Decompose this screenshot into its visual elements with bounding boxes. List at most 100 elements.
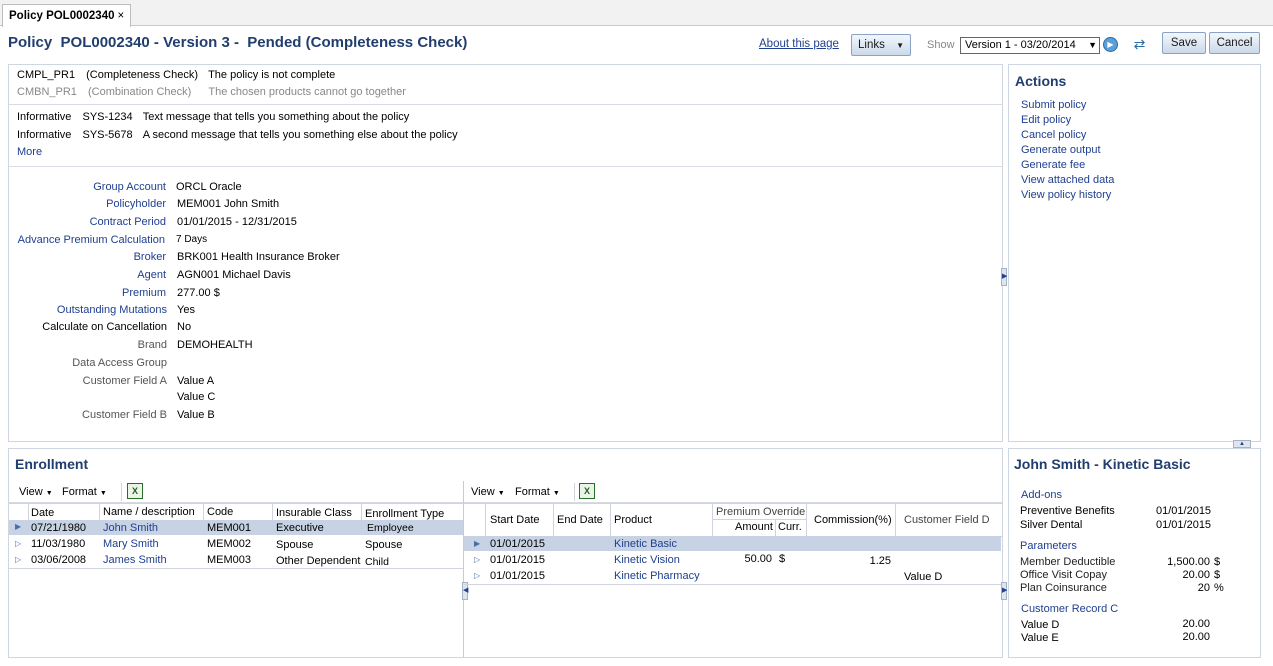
compare-versions-icon[interactable]: ⇄ — [1131, 36, 1148, 53]
outstanding-mutations-label[interactable]: Outstanding Mutations — [57, 304, 167, 316]
format-menu[interactable]: Format ▼ — [515, 486, 560, 498]
divider — [9, 104, 1002, 105]
product-link[interactable]: Kinetic Pharmacy — [614, 570, 700, 582]
contract-period-label[interactable]: Contract Period — [90, 216, 166, 228]
action-view-policy-history[interactable]: View policy history — [1021, 189, 1111, 201]
col-enrollment-type[interactable]: Enrollment Type — [365, 508, 444, 520]
col-date[interactable]: Date — [31, 507, 54, 519]
col-product[interactable]: Product — [614, 514, 652, 526]
contract-period-value: 01/01/2015 - 12/31/2015 — [177, 216, 297, 228]
save-button[interactable]: Save — [1162, 32, 1206, 54]
panel-divider — [463, 481, 464, 657]
grid-line — [713, 519, 806, 520]
col-end-date[interactable]: End Date — [557, 514, 603, 526]
grid-line — [203, 504, 204, 520]
grid-line — [895, 504, 896, 536]
toolbar-divider — [121, 483, 122, 501]
premium-label[interactable]: Premium — [122, 287, 166, 299]
message-text: Text message that tells you something ab… — [142, 111, 410, 123]
col-code[interactable]: Code — [207, 506, 233, 518]
links-button[interactable]: Links ▼ — [851, 34, 911, 56]
policyholder-label[interactable]: Policyholder — [106, 198, 166, 210]
grid-line — [361, 504, 362, 520]
version-select[interactable]: Version 1 - 03/20/2014 ▼ — [960, 37, 1100, 54]
action-cancel-policy[interactable]: Cancel policy — [1021, 129, 1086, 141]
expand-row-icon[interactable]: ▶ — [15, 522, 21, 531]
export-excel-icon[interactable]: X — [127, 483, 143, 499]
collapse-side-icon[interactable]: ▶ — [1001, 268, 1007, 286]
action-view-attached-data[interactable]: View attached data — [1021, 174, 1114, 186]
close-icon[interactable]: × — [117, 10, 124, 22]
agent-label[interactable]: Agent — [137, 269, 166, 281]
advance-premium-label[interactable]: Advance Premium Calculation — [18, 234, 165, 246]
outstanding-mutations-value: Yes — [177, 304, 195, 316]
view-menu[interactable]: View ▼ — [19, 486, 53, 498]
addon-name: Silver Dental — [1020, 519, 1083, 531]
chevron-down-icon: ▼ — [497, 490, 505, 497]
table-cell: 01/01/2015 — [490, 554, 546, 566]
action-submit-policy[interactable]: Submit policy — [1021, 99, 1086, 111]
action-generate-fee[interactable]: Generate fee — [1021, 159, 1085, 171]
expand-row-icon[interactable]: ▷ — [474, 571, 480, 580]
tab-policy[interactable]: Policy POL0002340 × — [2, 4, 132, 27]
group-account-label[interactable]: Group Account — [93, 181, 166, 193]
view-label: View — [19, 486, 43, 498]
addon-name: Preventive Benefits — [1020, 505, 1115, 517]
detail-title: John Smith - Kinetic Basic — [1014, 456, 1191, 472]
export-excel-icon[interactable]: X — [579, 483, 595, 499]
member-link[interactable]: James Smith — [103, 554, 167, 566]
grid-line — [9, 503, 463, 504]
record-value: 20.00 — [1182, 631, 1210, 643]
message-text: The policy is not complete — [208, 69, 336, 81]
page-title: Policy POL0002340 - Version 3 - Pended (… — [8, 34, 468, 51]
message-row: CMBN_PR1 (Combination Check) The chosen … — [17, 86, 406, 98]
col-curr[interactable]: Curr. — [778, 521, 802, 533]
info-message-row: Informative SYS-1234 Text message that t… — [17, 111, 409, 123]
parameters-link[interactable]: Parameters — [1020, 540, 1077, 552]
member-link[interactable]: Mary Smith — [103, 538, 159, 550]
param-value: 20 — [1197, 582, 1210, 594]
go-icon[interactable]: ▶ — [1103, 37, 1118, 52]
param-value: 20.00 — [1182, 569, 1210, 581]
member-link[interactable]: John Smith — [103, 522, 158, 534]
collapse-up-icon[interactable]: ▲ — [1233, 440, 1251, 448]
action-generate-output[interactable]: Generate output — [1021, 144, 1101, 156]
message-level: Informative — [17, 129, 72, 141]
col-insurable-class[interactable]: Insurable Class — [276, 507, 352, 519]
table-cell: Employee — [367, 522, 414, 534]
customer-field-a-label: Customer Field A — [82, 375, 167, 387]
product-link[interactable]: Kinetic Basic — [614, 538, 677, 550]
broker-label[interactable]: Broker — [134, 251, 166, 263]
param-value: 1,500.00 — [1167, 556, 1210, 568]
col-customer-field-d[interactable]: Customer Field D — [904, 514, 990, 526]
about-this-page-link[interactable]: About this page — [759, 38, 839, 50]
col-commission[interactable]: Commission(%) — [814, 514, 892, 526]
message-text: The chosen products cannot go together — [208, 86, 406, 98]
record-name: Value D — [1021, 619, 1060, 631]
table-cell: Executive — [276, 522, 324, 534]
more-link[interactable]: More — [17, 146, 42, 158]
message-code: SYS-5678 — [82, 129, 133, 141]
brand-label: Brand — [137, 339, 167, 351]
product-link[interactable]: Kinetic Vision — [614, 554, 680, 566]
action-edit-policy[interactable]: Edit policy — [1021, 114, 1071, 126]
view-menu[interactable]: View ▼ — [471, 486, 505, 498]
customer-field-b-label: Customer Field B — [82, 409, 167, 421]
expand-row-icon[interactable]: ▷ — [15, 555, 21, 564]
addons-link[interactable]: Add-ons — [1021, 489, 1062, 501]
cancel-button[interactable]: Cancel — [1209, 32, 1260, 54]
col-start-date[interactable]: Start Date — [490, 514, 540, 526]
col-name[interactable]: Name / description — [103, 506, 195, 518]
message-type: (Completeness Check) — [86, 69, 199, 81]
expand-row-icon[interactable]: ▷ — [474, 555, 480, 564]
param-name: Plan Coinsurance — [1020, 582, 1107, 594]
record-name: Value E — [1021, 632, 1059, 644]
collapse-right-icon[interactable]: ▶ — [1001, 582, 1007, 600]
customer-record-link[interactable]: Customer Record C — [1021, 603, 1118, 615]
expand-row-icon[interactable]: ▷ — [15, 539, 21, 548]
grid-line — [464, 503, 1002, 504]
format-menu[interactable]: Format ▼ — [62, 486, 107, 498]
chevron-down-icon: ▼ — [552, 490, 560, 497]
expand-row-icon[interactable]: ▶ — [474, 539, 480, 548]
col-amount[interactable]: Amount — [735, 521, 773, 533]
